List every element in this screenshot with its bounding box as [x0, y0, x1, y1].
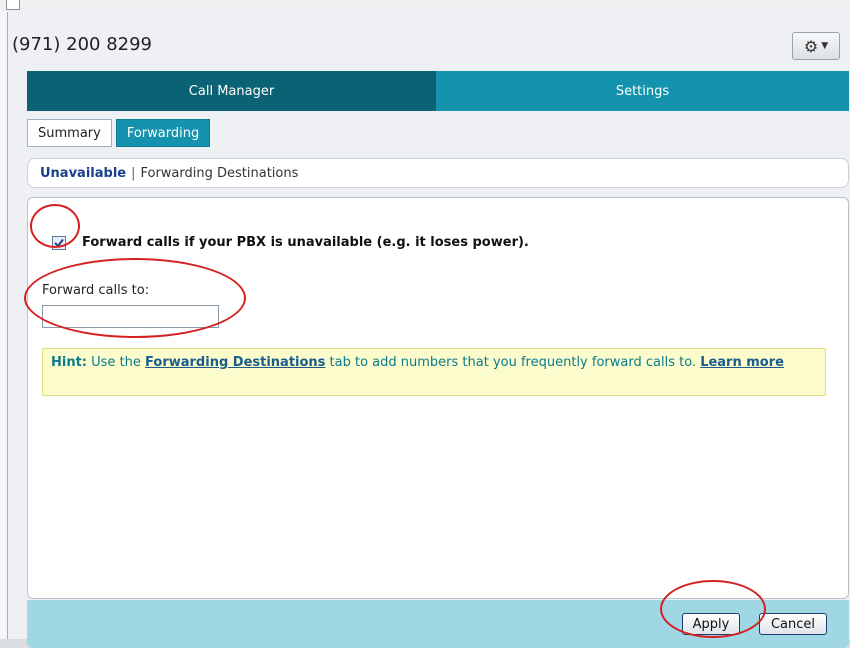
call-manager-window: (971) 200 8299 ⚙ ▼ Call Manager Settings… — [8, 12, 850, 648]
settings-menu-button[interactable]: ⚙ ▼ — [792, 32, 840, 60]
breadcrumb-forwarding-destinations[interactable]: Forwarding Destinations — [140, 166, 298, 181]
action-footer: Apply Cancel — [27, 600, 849, 648]
forward-calls-checkbox-label: Forward calls if your PBX is unavailable… — [82, 235, 529, 250]
forward-to-label: Forward calls to: — [42, 283, 150, 298]
window-left-edge — [0, 12, 8, 639]
checkmark-icon — [54, 238, 64, 248]
gear-icon: ⚙ — [803, 36, 819, 56]
hint-text-after: tab to add numbers that you frequently f… — [325, 355, 701, 370]
breadcrumb: Unavailable | Forwarding Destinations — [27, 158, 849, 188]
forwarding-destinations-link[interactable]: Forwarding Destinations — [145, 355, 325, 370]
learn-more-link[interactable]: Learn more — [700, 355, 784, 370]
hint-prefix: Hint: — [51, 355, 88, 370]
apply-button[interactable]: Apply — [682, 613, 740, 635]
tab-settings[interactable]: Settings — [436, 71, 849, 111]
breadcrumb-unavailable[interactable]: Unavailable — [40, 166, 126, 181]
forward-calls-checkbox[interactable] — [52, 236, 66, 250]
background-checkbox — [6, 0, 20, 10]
hint-text-before: Use the — [87, 355, 146, 370]
subtab-forwarding[interactable]: Forwarding — [115, 119, 211, 147]
cancel-button[interactable]: Cancel — [759, 613, 827, 635]
chevron-down-icon: ▼ — [821, 41, 829, 51]
main-nav: Call Manager Settings — [27, 71, 849, 111]
sub-tabs: Summary Forwarding — [27, 119, 211, 149]
tab-call-manager[interactable]: Call Manager — [27, 71, 436, 111]
subtab-summary[interactable]: Summary — [27, 119, 112, 147]
breadcrumb-separator: | — [131, 165, 136, 181]
forwarding-panel: Forward calls if your PBX is unavailable… — [27, 197, 849, 599]
forward-to-input[interactable] — [42, 305, 219, 328]
phone-number-title: (971) 200 8299 — [12, 34, 153, 55]
hint-box: Hint: Use the Forwarding Destinations ta… — [42, 348, 826, 396]
